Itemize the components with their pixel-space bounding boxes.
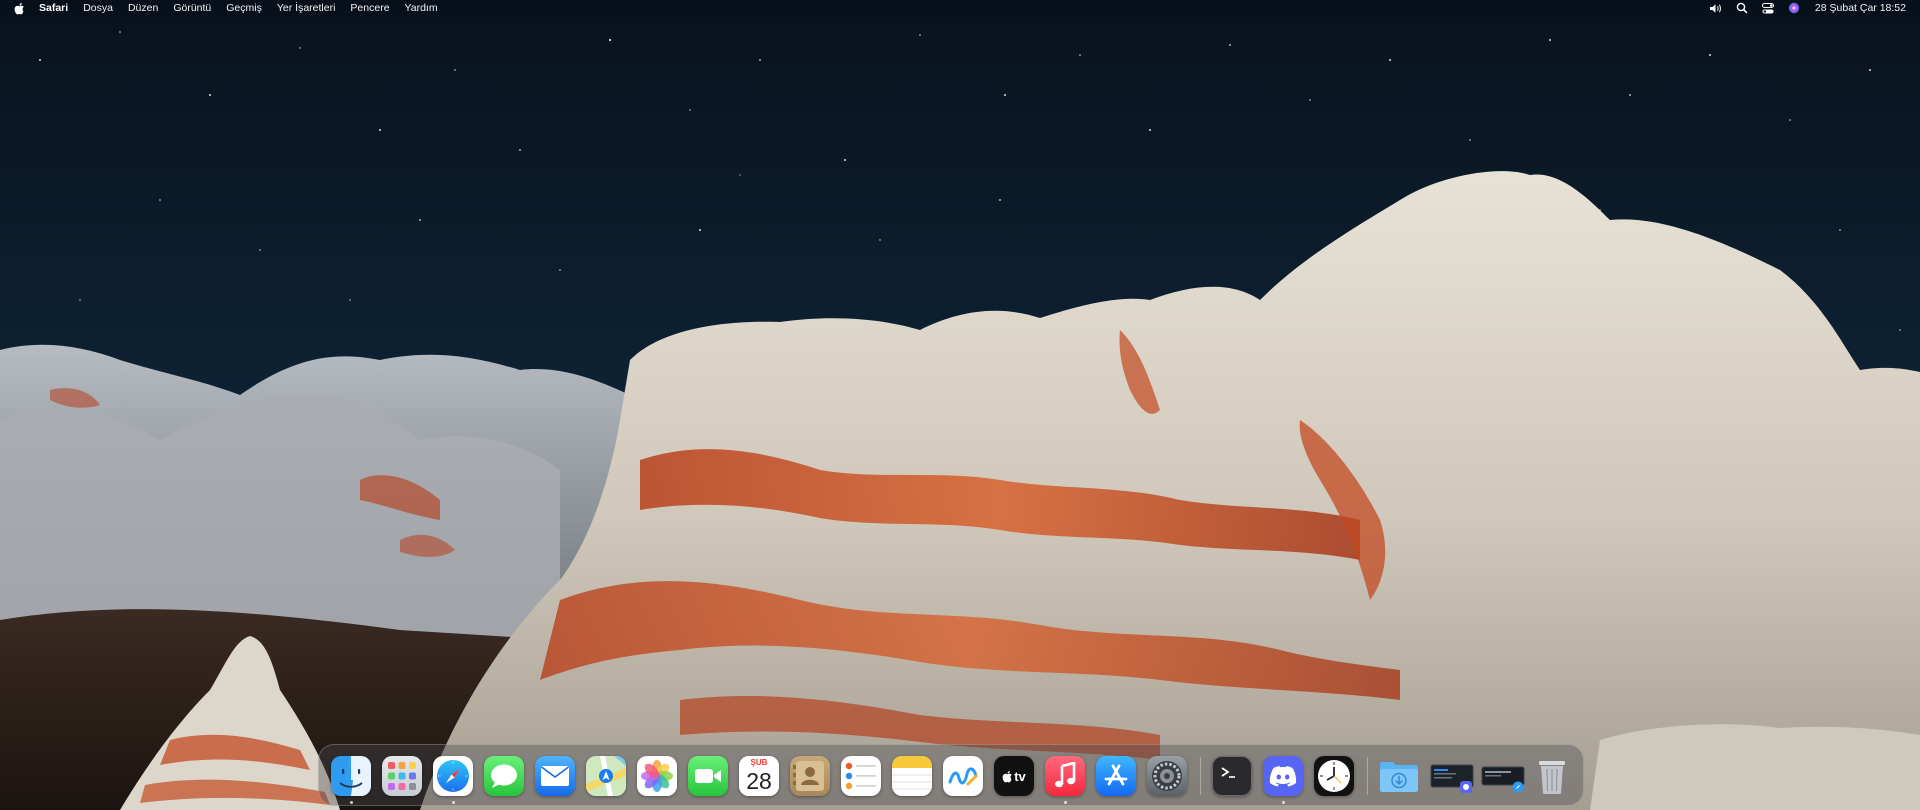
dock: ŞUB 28 tv bbox=[318, 744, 1584, 806]
app-store-icon[interactable] bbox=[1096, 756, 1136, 796]
music-icon[interactable] bbox=[1045, 756, 1085, 796]
calendar-icon[interactable]: ŞUB 28 bbox=[739, 756, 779, 796]
running-indicator bbox=[452, 801, 455, 804]
apple-logo-icon[interactable] bbox=[14, 2, 25, 15]
tv-label: tv bbox=[1014, 768, 1026, 784]
running-indicator bbox=[1064, 801, 1067, 804]
menu-window[interactable]: Pencere bbox=[350, 0, 389, 16]
minimized-window-thumbnail[interactable] bbox=[1430, 756, 1474, 796]
terminal-icon[interactable] bbox=[1212, 756, 1252, 796]
menu-history[interactable]: Geçmiş bbox=[226, 0, 262, 16]
photos-icon[interactable] bbox=[637, 756, 677, 796]
running-indicator bbox=[1282, 801, 1285, 804]
calendar-day: 28 bbox=[739, 767, 779, 796]
discord-icon[interactable] bbox=[1263, 756, 1303, 796]
control-center-icon[interactable] bbox=[1761, 2, 1775, 14]
spotlight-search-icon[interactable] bbox=[1735, 2, 1749, 14]
dock-separator bbox=[1367, 757, 1368, 795]
dock-separator bbox=[1200, 757, 1201, 795]
menu-app-safari[interactable]: Safari bbox=[39, 0, 68, 16]
notes-icon[interactable] bbox=[892, 756, 932, 796]
facetime-icon[interactable] bbox=[688, 756, 728, 796]
siri-icon[interactable] bbox=[1787, 2, 1801, 14]
reminders-icon[interactable] bbox=[841, 756, 881, 796]
menu-bookmarks[interactable]: Yer İşaretleri bbox=[277, 0, 336, 16]
menu-edit[interactable]: Düzen bbox=[128, 0, 158, 16]
menu-bar: Safari Dosya Düzen Görüntü Geçmiş Yer İş… bbox=[0, 0, 1920, 16]
menu-bar-clock[interactable]: 28 Şubat Çar 18:52 bbox=[1815, 0, 1906, 16]
maps-icon[interactable] bbox=[586, 756, 626, 796]
apple-tv-icon[interactable]: tv bbox=[994, 756, 1034, 796]
mail-icon[interactable] bbox=[535, 756, 575, 796]
menu-view[interactable]: Görüntü bbox=[173, 0, 211, 16]
system-settings-icon[interactable] bbox=[1147, 756, 1187, 796]
launchpad-icon[interactable] bbox=[382, 756, 422, 796]
contacts-icon[interactable] bbox=[790, 756, 830, 796]
volume-icon[interactable] bbox=[1709, 2, 1723, 14]
clock-icon[interactable] bbox=[1314, 756, 1354, 796]
minimized-window-thumbnail[interactable] bbox=[1481, 756, 1525, 796]
menu-file[interactable]: Dosya bbox=[83, 0, 113, 16]
downloads-folder-icon[interactable] bbox=[1379, 756, 1419, 796]
trash-icon[interactable] bbox=[1532, 756, 1572, 796]
finder-icon[interactable] bbox=[331, 756, 371, 796]
safari-icon[interactable] bbox=[433, 756, 473, 796]
messages-icon[interactable] bbox=[484, 756, 524, 796]
desktop-wallpaper bbox=[0, 0, 1920, 810]
freeform-icon[interactable] bbox=[943, 756, 983, 796]
menu-help[interactable]: Yardım bbox=[405, 0, 438, 16]
running-indicator bbox=[350, 801, 353, 804]
